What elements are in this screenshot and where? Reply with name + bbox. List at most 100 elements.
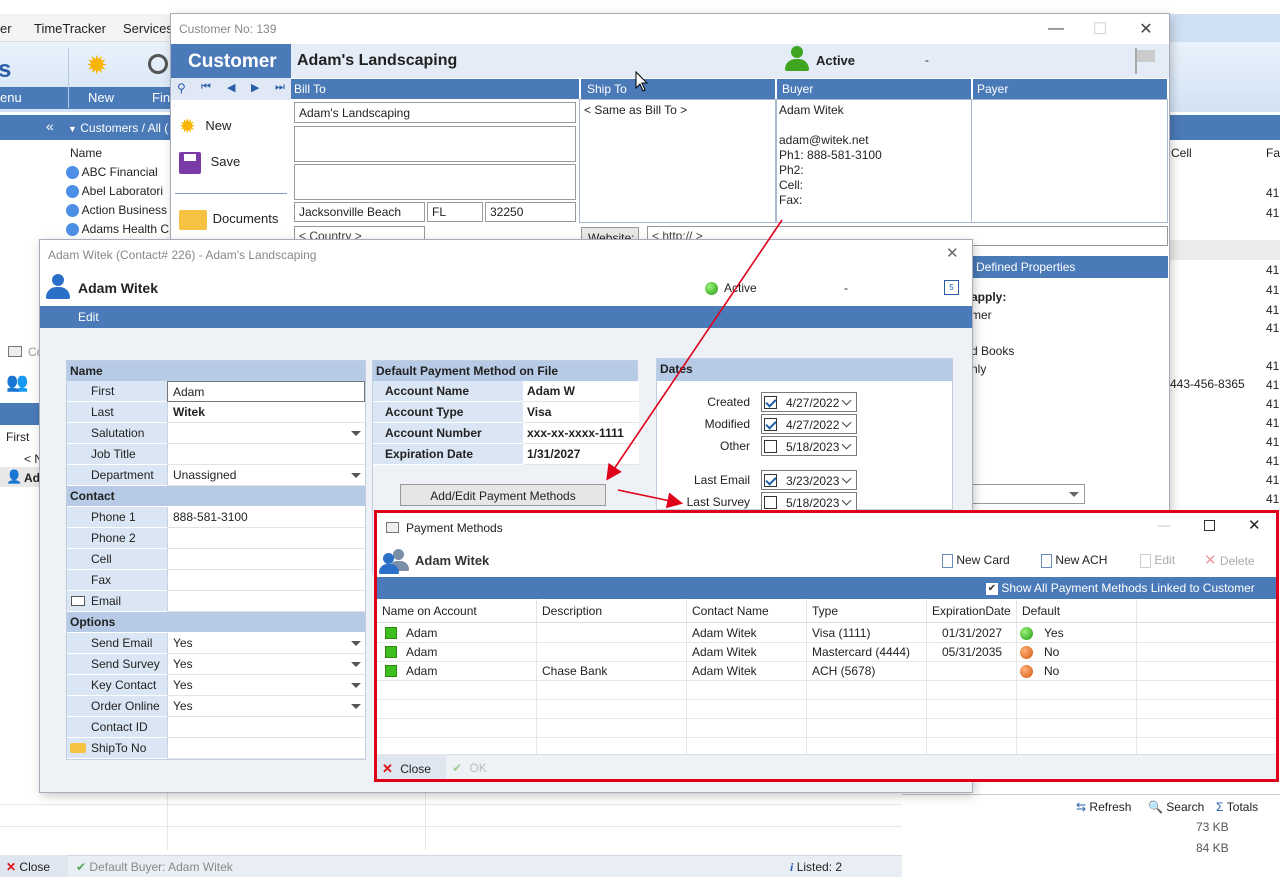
field-value-cell[interactable] (167, 549, 365, 570)
date-picker-last-survey[interactable]: 5/18/2023 (761, 492, 857, 512)
chevron-down-icon[interactable] (841, 417, 852, 428)
column-header[interactable]: Contact Name (692, 604, 769, 618)
collapse-icon[interactable]: « (46, 118, 54, 134)
menu-item-timetracker[interactable]: TimeTracker (34, 21, 106, 36)
date-checkbox[interactable] (764, 396, 777, 409)
side-new-button[interactable]: ✹ New (179, 114, 231, 139)
pm-maximize-button[interactable] (1204, 520, 1215, 531)
date-picker-modified[interactable]: 4/27/2022 (761, 414, 857, 434)
minimize-button[interactable]: — (1033, 14, 1079, 44)
pm-minimize-button[interactable]: — (1158, 518, 1170, 532)
search-button[interactable]: 🔍 Search (1148, 800, 1204, 814)
dropdown-arrow-icon[interactable] (351, 473, 361, 478)
field-value-email[interactable] (167, 591, 365, 612)
field-value-fax[interactable] (167, 570, 365, 591)
name-column-header[interactable]: Name (70, 146, 102, 160)
bill-to-address2-field[interactable] (294, 164, 576, 200)
bg-select[interactable] (971, 484, 1085, 504)
ribbon-new-label[interactable]: New (88, 90, 114, 105)
dropdown-arrow-icon[interactable] (351, 641, 361, 646)
dropdown-arrow-icon[interactable] (351, 662, 361, 667)
column-header[interactable]: Default (1022, 604, 1060, 618)
maximize-button[interactable]: ☐ (1077, 14, 1123, 44)
bill-to-name-field[interactable]: Adam's Landscaping (294, 102, 576, 123)
nav-search-icon[interactable]: ⚲ (177, 81, 186, 95)
field-value-send-survey[interactable]: Yes (167, 654, 365, 675)
column-header[interactable]: ExpirationDate (932, 604, 1011, 618)
field-value-send-email[interactable]: Yes (167, 633, 365, 654)
totals-button[interactable]: Σ Totals (1216, 800, 1258, 814)
edit-tab[interactable]: Edit (78, 310, 99, 324)
field-value-phone-1[interactable]: 888-581-3100 (167, 507, 365, 528)
chevron-down-icon[interactable] (841, 473, 852, 484)
list-item[interactable]: Adams Health C (66, 222, 169, 241)
list-item[interactable]: ABC Financial (66, 165, 158, 184)
new-card-button[interactable]: New Card (942, 553, 1010, 568)
contact-close-button[interactable]: ✕ (946, 244, 959, 262)
date-checkbox[interactable] (764, 474, 777, 487)
nav-last-icon[interactable]: ⏭ (275, 81, 285, 94)
field-value-department[interactable]: Unassigned (167, 465, 365, 486)
menu-item-er[interactable]: er (0, 21, 12, 36)
field-value-salutation[interactable] (167, 423, 365, 444)
ship-to-box[interactable] (579, 99, 776, 223)
calendar-icon[interactable]: 5 (944, 280, 959, 295)
bill-to-address1-field[interactable] (294, 126, 576, 162)
chevron-down-icon[interactable] (841, 395, 852, 406)
column-header[interactable]: Description (542, 604, 602, 618)
zip-field[interactable]: 32250 (485, 202, 576, 222)
new-ach-button[interactable]: New ACH (1041, 553, 1107, 568)
city-field[interactable]: Jacksonville Beach (294, 202, 425, 222)
date-checkbox[interactable] (764, 496, 777, 509)
side-save-button[interactable]: Save (179, 152, 240, 174)
cell-column-header[interactable]: Cell (1171, 146, 1192, 160)
nav-prev-icon[interactable]: ◀ (227, 81, 235, 94)
column-header[interactable]: Type (812, 604, 838, 618)
chevron-down-icon[interactable] (841, 439, 852, 450)
ship-to-text: < Same as Bill To > (584, 103, 688, 117)
side-documents-button[interactable]: Documents (179, 210, 278, 230)
refresh-button[interactable]: ⇆ Refresh (1076, 800, 1131, 814)
dropdown-arrow-icon[interactable] (351, 704, 361, 709)
payer-box[interactable] (971, 99, 1168, 223)
close-button[interactable]: ✕ (1123, 14, 1169, 44)
column-header[interactable]: Name on Account (382, 604, 477, 618)
date-picker-other[interactable]: 5/18/2023 (761, 436, 857, 456)
field-value-phone-2[interactable] (167, 528, 365, 549)
nav-first-icon[interactable]: ⏮ (201, 81, 211, 94)
pm-close-button[interactable]: ✕ (1248, 516, 1261, 534)
menu-item-services[interactable]: Services (123, 21, 173, 36)
edit-button[interactable]: Edit (1140, 553, 1175, 568)
listed-count: i Listed: 2 (790, 860, 842, 875)
list-item[interactable]: Action Business (66, 203, 167, 222)
field-value-job-title[interactable] (167, 444, 365, 465)
flag-icon[interactable] (1133, 48, 1157, 74)
show-all-checkbox[interactable]: ✔ Show All Payment Methods Linked to Cus… (986, 581, 1255, 595)
date-picker-last-email[interactable]: 3/23/2023 (761, 470, 857, 490)
field-value-order-online[interactable]: Yes (167, 696, 365, 717)
add-edit-payment-methods-button[interactable]: Add/Edit Payment Methods (400, 484, 606, 506)
ribbon-search-icon[interactable] (148, 54, 168, 74)
fa-column-header[interactable]: Fa (1266, 146, 1280, 160)
dropdown-arrow-icon[interactable] (351, 431, 361, 436)
list-item[interactable]: Abel Laboratori (66, 184, 163, 203)
dates-panel: Dates Created 4/27/2022 Modified 4/27/2022 O… (656, 358, 953, 512)
ribbon-sun-icon[interactable]: ✹ (86, 50, 108, 81)
field-value-first[interactable]: Adam (167, 381, 365, 402)
state-field[interactable]: FL (427, 202, 483, 222)
status-close-button[interactable]: ✕ Close (0, 855, 68, 877)
chevron-down-icon[interactable] (841, 495, 852, 506)
nav-next-icon[interactable]: ▶ (251, 81, 259, 94)
pm-close-footer-button[interactable]: ✕ Close (376, 754, 446, 782)
pm-ok-button[interactable]: ✔ OK (452, 761, 487, 775)
delete-button[interactable]: ✕ Delete (1204, 551, 1255, 569)
date-checkbox[interactable] (764, 440, 777, 453)
field-value-last[interactable]: Witek (167, 402, 365, 423)
field-value-shipto-no[interactable] (167, 738, 365, 759)
field-value-key-contact[interactable]: Yes (167, 675, 365, 696)
date-checkbox[interactable] (764, 418, 777, 431)
date-picker-created[interactable]: 4/27/2022 (761, 392, 857, 412)
dropdown-arrow-icon[interactable] (351, 683, 361, 688)
field-value-contact-id[interactable] (167, 717, 365, 738)
ribbon-menu-label[interactable]: enu (0, 90, 22, 105)
